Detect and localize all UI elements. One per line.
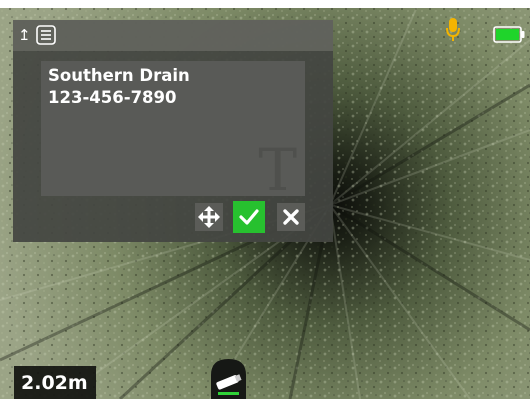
camera-head-icon [211, 359, 246, 399]
cancel-button[interactable] [277, 203, 305, 231]
distance-readout: 2.02m [14, 366, 96, 399]
text-line-1: Southern Drain [48, 66, 190, 85]
up-arrow-icon[interactable]: ↥ [18, 27, 31, 43]
move-icon [198, 206, 220, 228]
text-entry-area[interactable]: Southern Drain 123-456-7890 T [41, 61, 305, 202]
close-icon [283, 209, 299, 225]
dialog-header: ↥ [13, 20, 333, 51]
text-line-2: 123-456-7890 [48, 88, 177, 107]
check-icon [239, 209, 259, 225]
camera-inspection-screen: ↥ Southern Drain 123-456-7890 T 2.02m [0, 0, 530, 399]
confirm-button[interactable] [233, 201, 265, 233]
text-overlay-dialog: ↥ Southern Drain 123-456-7890 T [13, 20, 333, 242]
distance-value: 2.02m [21, 372, 88, 394]
top-edge-strip [0, 0, 530, 8]
microphone-icon [446, 18, 460, 41]
move-button[interactable] [195, 203, 223, 231]
text-tool-watermark: T [258, 136, 297, 204]
battery-icon [493, 26, 525, 47]
battery-level-fill [496, 29, 519, 40]
list-icon[interactable] [36, 25, 56, 45]
